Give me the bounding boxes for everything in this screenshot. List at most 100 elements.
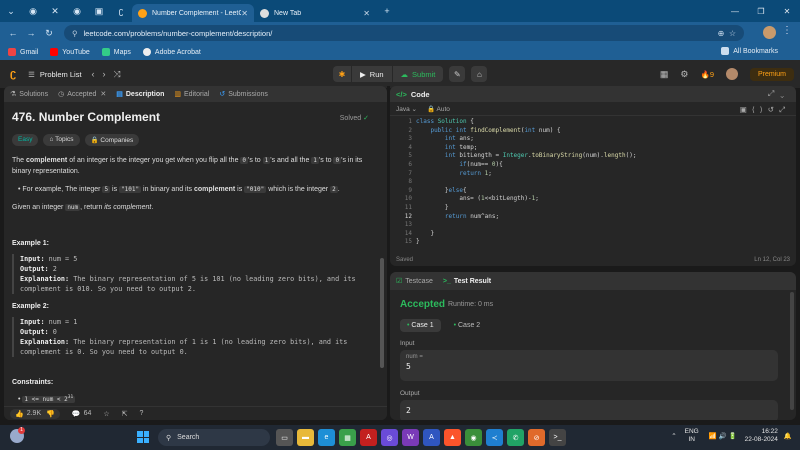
file-explorer-icon[interactable]: ▬ xyxy=(297,429,314,446)
chrome-icon[interactable]: ◉ xyxy=(465,429,482,446)
code-line[interactable]: public int findComplement(int num) { xyxy=(416,127,560,134)
star-icon[interactable]: ☆ xyxy=(103,410,109,418)
scrollbar[interactable] xyxy=(790,292,794,410)
tab-submissions[interactable]: ↺ Submissions xyxy=(219,90,268,99)
tab-number-complement[interactable]: Number Complement - LeetCo ✕ xyxy=(132,4,254,22)
help-icon[interactable]: ? xyxy=(140,410,144,417)
tab-accepted[interactable]: ◷ Accepted ✕ xyxy=(58,90,106,99)
word-app-icon[interactable]: W xyxy=(402,429,419,446)
code-line[interactable]: }else{ xyxy=(416,187,467,194)
tab-test-result[interactable]: >_ Test Result xyxy=(443,278,491,285)
language-indicator[interactable]: ENG IN xyxy=(685,428,699,444)
page-title[interactable]: 476. Number Complement xyxy=(12,110,373,124)
code-line[interactable]: int ans; xyxy=(416,135,474,142)
code-line[interactable]: } xyxy=(416,204,449,211)
code-line[interactable]: if(num== 0){ xyxy=(416,161,502,168)
all-bookmarks[interactable]: All Bookmarks xyxy=(721,47,778,55)
wifi-volume-battery-icons[interactable]: 📶 🔊 🔋 xyxy=(709,432,737,440)
run-button[interactable]: ▶ Run xyxy=(352,66,392,82)
premium-button[interactable]: Premium xyxy=(749,67,794,81)
tab-editorial[interactable]: ▥ Editorial xyxy=(174,90,209,99)
url-omnibox[interactable]: ⚲ leetcode.com/problems/number-complemen… xyxy=(64,25,744,41)
bookmark-maps[interactable]: Maps xyxy=(101,48,131,56)
topics-button[interactable]: ⌂ Topics xyxy=(43,134,80,146)
code-line[interactable]: return 1; xyxy=(416,170,492,177)
companies-button[interactable]: 🔒 Companies xyxy=(84,134,140,146)
submit-button[interactable]: ☁ Submit xyxy=(392,66,444,82)
case-1-tab[interactable]: • Case 1 xyxy=(400,319,441,332)
zoom-bookmark-icons[interactable]: ⊕ ☆ xyxy=(718,29,736,38)
pinned-tab-chrome-2-icon[interactable]: ◉ xyxy=(66,0,88,22)
bookmark-adobe-acrobat[interactable]: Adobe Acrobat xyxy=(142,48,201,56)
notifications-icon[interactable]: 🔔 xyxy=(784,432,792,440)
app-icon[interactable]: A xyxy=(423,429,440,446)
streak-counter[interactable]: 🔥9 xyxy=(700,70,714,79)
close-tab-icon[interactable]: ✕ xyxy=(100,90,106,98)
app-icon[interactable]: ⊘ xyxy=(528,429,545,446)
clock[interactable]: 16:22 22-08-2024 xyxy=(745,428,778,444)
case-2-tab[interactable]: • Case 2 xyxy=(447,319,488,332)
prev-next-random-icons[interactable]: ‹›⤨ xyxy=(92,69,129,80)
edge-icon[interactable]: e xyxy=(318,429,335,446)
scrollbar[interactable] xyxy=(380,258,384,368)
store-icon[interactable]: ▦ xyxy=(339,429,356,446)
terminal-icon[interactable]: >_ xyxy=(549,429,566,446)
vscode-icon[interactable]: ≺ xyxy=(486,429,503,446)
pinned-tab-leetcode-2-icon[interactable]: ʗ xyxy=(110,0,132,22)
tab-solutions[interactable]: ⚗ Solutions xyxy=(10,90,48,99)
thumbs-down-icon[interactable]: 👎 xyxy=(46,410,55,418)
close-window-icon[interactable]: ✕ xyxy=(774,0,800,22)
code-line[interactable]: int bitLength = Integer.toBinaryString(n… xyxy=(416,152,637,159)
windows-start-icon[interactable] xyxy=(137,431,149,443)
app-icon[interactable]: ◎ xyxy=(381,429,398,446)
language-select[interactable]: Java ⌄ xyxy=(396,105,417,113)
tab-menu-icon[interactable]: ⌄ xyxy=(0,0,22,22)
settings-gear-icon[interactable]: ⚙ xyxy=(680,69,688,80)
new-tab-plus-icon[interactable]: + xyxy=(376,0,398,22)
tab-description[interactable]: ▤ Description xyxy=(116,90,164,99)
leetcode-logo-icon[interactable]: ʗ xyxy=(10,68,16,80)
tab-testcase[interactable]: ☑ Testcase xyxy=(396,277,433,286)
code-editor[interactable]: 1 class Solution {2 public int findComple… xyxy=(390,118,796,248)
reload-icon[interactable]: ↻ xyxy=(40,28,58,39)
like-button[interactable]: 👍 2.9K 👎 xyxy=(10,408,60,419)
close-tab-icon[interactable]: ✕ xyxy=(363,9,370,18)
code-line[interactable]: class Solution { xyxy=(416,118,474,125)
code-line[interactable]: } xyxy=(416,230,434,237)
chevron-up-icon[interactable]: ⌃ xyxy=(671,432,676,440)
debug-icon[interactable]: ✱ xyxy=(333,66,351,82)
taskbar-search[interactable]: ⚲ Search xyxy=(158,429,270,446)
code-line[interactable]: return num^ans; xyxy=(416,213,499,220)
profile-avatar[interactable] xyxy=(763,26,776,39)
minimize-icon[interactable]: — xyxy=(722,0,748,22)
code-line[interactable]: int temp; xyxy=(416,144,478,151)
site-info-icon[interactable]: ⚲ xyxy=(72,29,78,38)
tab-new-tab[interactable]: New Tab ✕ xyxy=(254,4,376,22)
user-avatar[interactable] xyxy=(725,68,738,80)
whatsapp-icon[interactable]: ✆ xyxy=(507,429,524,446)
code-line[interactable]: } xyxy=(416,238,420,245)
share-icon[interactable]: ⇱ xyxy=(122,410,128,418)
forward-icon[interactable]: → xyxy=(22,28,40,38)
comments-button[interactable]: 💬 64 xyxy=(72,410,92,418)
pinned-tab-leetcode-icon[interactable]: ▣ xyxy=(88,0,110,22)
restore-icon[interactable]: ❐ xyxy=(748,0,774,22)
pinned-tab-chrome-icon[interactable]: ◉ xyxy=(22,0,44,22)
acrobat-icon[interactable]: A xyxy=(360,429,377,446)
editor-actions-icons[interactable]: ▣⟨⟩↺⤢ xyxy=(740,105,790,115)
pinned-tab-x-icon[interactable]: ✕ xyxy=(44,0,66,22)
notes-icon[interactable]: ✎ xyxy=(449,66,466,82)
code-line[interactable]: ans= (1<<bitLength)-1; xyxy=(416,195,539,202)
brave-icon[interactable]: ▲ xyxy=(444,429,461,446)
bookmark-youtube[interactable]: YouTube xyxy=(50,48,90,56)
feedback-icon[interactable]: ⌂ xyxy=(471,66,488,82)
panel-maximize-icons[interactable]: ⤢⌄ xyxy=(768,89,790,99)
browser-menu-icon[interactable]: ⋮ xyxy=(782,25,792,36)
auto-mode[interactable]: 🔒 Auto xyxy=(427,105,450,113)
back-icon[interactable]: ← xyxy=(4,28,22,38)
bookmark-gmail[interactable]: Gmail xyxy=(8,48,38,56)
problem-list-button[interactable]: ☰ Problem List xyxy=(28,70,81,79)
close-tab-icon[interactable]: ✕ xyxy=(241,9,248,18)
task-view-icon[interactable]: ▭ xyxy=(276,429,293,446)
layout-icon[interactable]: ▦ xyxy=(660,69,669,80)
